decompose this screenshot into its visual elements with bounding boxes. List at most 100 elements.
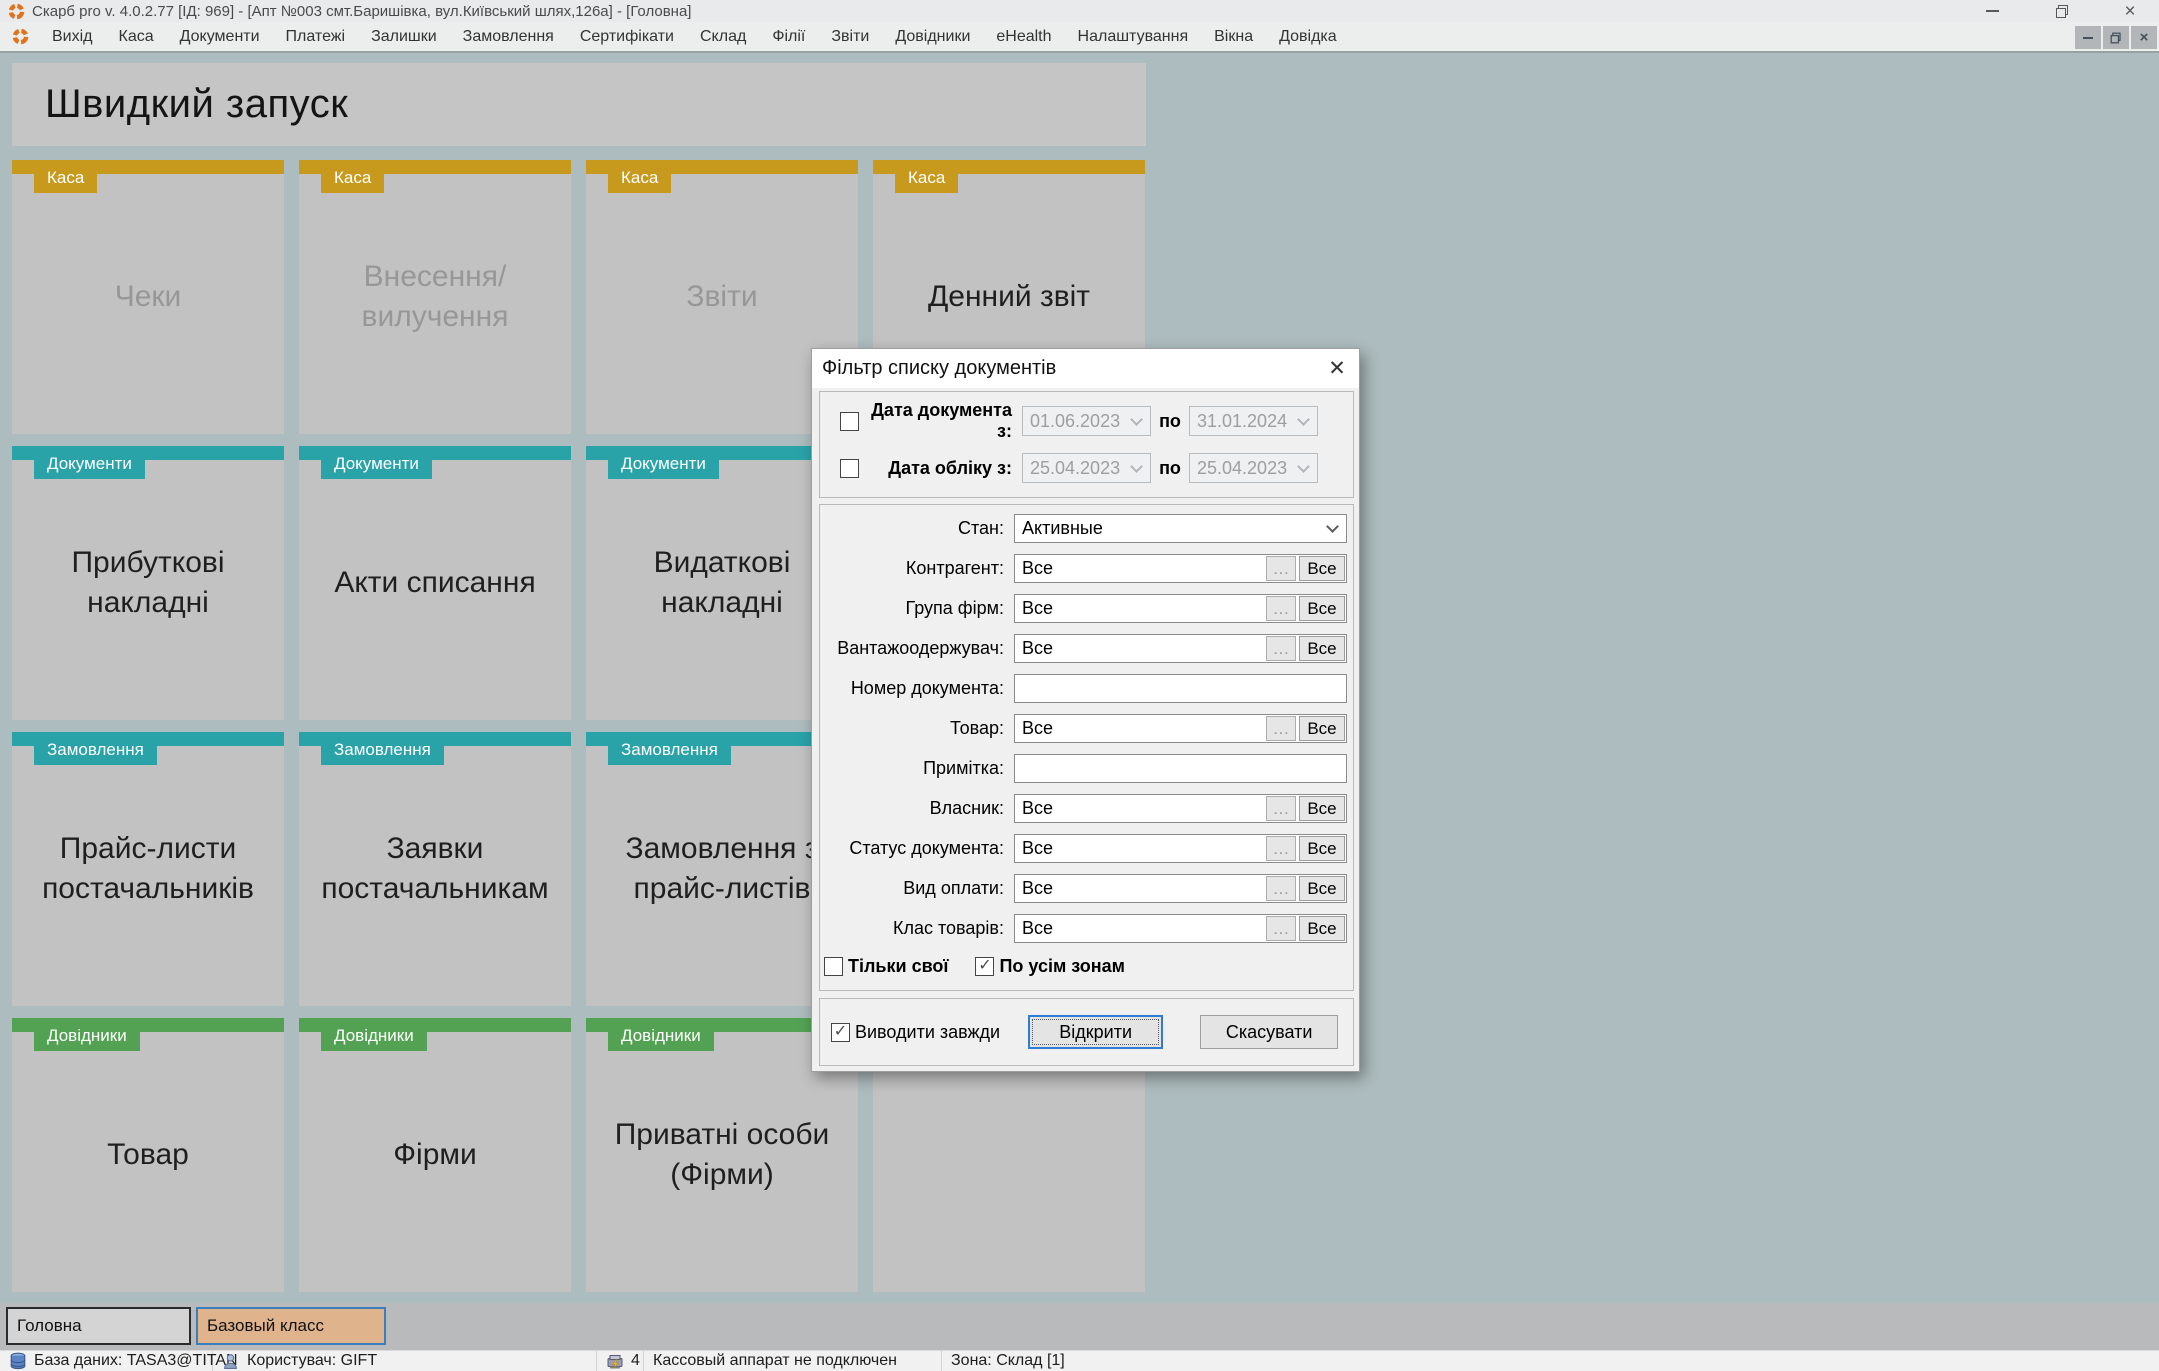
restore-icon (2110, 32, 2121, 43)
open-button[interactable]: Відкрити (1028, 1015, 1164, 1049)
menu-item[interactable]: Звіти (818, 28, 882, 46)
ellipsis-button[interactable]: … (1266, 556, 1296, 581)
status-segment: База даних: TASA3@TITAN (0, 1351, 238, 1371)
menu-item[interactable]: Замовлення (450, 28, 567, 46)
quick-launch-tile[interactable]: Документи Прибуткові накладні (12, 446, 284, 720)
tile-label: Прайс-листи постачальників (42, 831, 254, 906)
text-input[interactable] (1014, 674, 1347, 703)
tile-label: Внесення/вилучення (361, 259, 509, 334)
ellipsis-button[interactable]: … (1266, 596, 1296, 621)
option-checkbox[interactable] (824, 956, 843, 976)
filter-field-row: Контрагент: Все… Все (820, 554, 1353, 583)
tab-bazovyi-klass[interactable]: Базовый класс (196, 1307, 386, 1345)
menu-item[interactable]: Вихід (39, 28, 106, 46)
dialog-close-button[interactable]: ✕ (1315, 349, 1359, 388)
date-to-select[interactable]: 25.04.2023 (1189, 453, 1318, 483)
lookup-field: Все… Все (1014, 874, 1347, 903)
menu-item[interactable]: eHealth (983, 28, 1064, 46)
field-control: Все… Все (1014, 594, 1347, 623)
lookup-value-input[interactable]: Все (1016, 796, 1266, 821)
dialog-title: Фільтр списку документів (822, 357, 1057, 379)
date-filter-checkbox[interactable] (840, 458, 859, 478)
field-label: Примітка: (923, 758, 1004, 778)
ellipsis-button[interactable]: … (1266, 716, 1296, 741)
filter-fields-group-wrap: Стан: Активные Контрагент: Все… Все Група… (819, 504, 1354, 991)
status-segment: 4 (597, 1351, 644, 1371)
always-show-label: Виводити завжди (855, 1021, 1001, 1042)
lookup-value-input[interactable]: Все (1016, 636, 1266, 661)
field-control: Все… Все (1014, 634, 1347, 663)
ellipsis-button[interactable]: … (1266, 796, 1296, 821)
ellipsis-button[interactable]: … (1266, 916, 1296, 941)
menu-item[interactable]: Каса (106, 28, 167, 46)
quick-launch-tile[interactable]: Замовлення Заявки постачальникам (299, 732, 571, 1006)
chevron-down-icon (1130, 412, 1143, 426)
menu-item[interactable]: Вікна (1201, 28, 1266, 46)
all-button[interactable]: Все (1299, 716, 1345, 741)
option-checkbox[interactable] (975, 956, 995, 976)
window-title-bar: Скарб pro v. 4.0.2.77 [ІД: 969] - [Апт №… (0, 0, 2159, 22)
field-label: Група фірм: (905, 598, 1005, 618)
ellipsis-button[interactable]: … (1266, 836, 1296, 861)
menu-item[interactable]: Налаштування (1065, 28, 1202, 46)
field-label: Вантажоодержувач: (837, 638, 1004, 658)
filter-field-row: Власник: Все… Все (820, 794, 1353, 823)
all-button[interactable]: Все (1299, 836, 1345, 861)
lookup-value-input[interactable]: Все (1016, 596, 1266, 621)
ellipsis-button[interactable]: … (1266, 876, 1296, 901)
all-button[interactable]: Все (1299, 876, 1345, 901)
quick-launch-tile[interactable]: Довідники Товар (12, 1018, 284, 1292)
tile-label: Фірми (393, 1137, 477, 1171)
lookup-field: Все… Все (1014, 914, 1347, 943)
menu-item[interactable]: Документи (167, 28, 273, 46)
menu-item[interactable]: Платежі (273, 28, 359, 46)
all-button[interactable]: Все (1299, 596, 1345, 621)
minimize-button[interactable] (1981, 0, 2003, 22)
lookup-value-input[interactable]: Все (1016, 876, 1266, 901)
lookup-value-input[interactable]: Все (1016, 916, 1266, 941)
date-to-select[interactable]: 31.01.2024 (1189, 406, 1318, 436)
option-label: Тільки свої (848, 955, 949, 976)
lookup-value-input[interactable]: Все (1016, 836, 1266, 861)
cancel-button[interactable]: Скасувати (1200, 1015, 1339, 1049)
bottom-tab-strip: Головна Базовый класс (0, 1303, 2159, 1350)
lookup-value-input[interactable]: Все (1016, 716, 1266, 741)
mdi-restore-button[interactable] (2103, 26, 2129, 49)
lookup-field: Все… Все (1014, 794, 1347, 823)
quick-launch-tile[interactable]: Каса Внесення/вилучення (299, 160, 571, 434)
quick-launch-tile[interactable]: Довідники Фірми (299, 1018, 571, 1292)
date-from-select[interactable]: 25.04.2023 (1022, 453, 1151, 483)
field-control (1014, 754, 1347, 783)
date-filter-checkbox[interactable] (840, 411, 859, 431)
lookup-value-input[interactable]: Все (1016, 556, 1266, 581)
close-button[interactable]: × (2119, 0, 2141, 22)
filter-field-row: Товар: Все… Все (820, 714, 1353, 743)
text-input[interactable] (1014, 754, 1347, 783)
quick-launch-tile[interactable]: Каса Чеки (12, 160, 284, 434)
date-from-select[interactable]: 01.06.2023 (1022, 406, 1151, 436)
menu-item[interactable]: Довідники (882, 28, 983, 46)
date-to-label: по (1159, 457, 1181, 478)
menu-item[interactable]: Залишки (358, 28, 450, 46)
menu-item[interactable]: Склад (687, 28, 759, 46)
mdi-minimize-button[interactable] (2075, 26, 2101, 49)
all-button[interactable]: Все (1299, 916, 1345, 941)
state-select[interactable]: Активные (1014, 514, 1347, 543)
filter-field-row: Стан: Активные (820, 514, 1353, 543)
always-show-checkbox[interactable] (831, 1022, 850, 1042)
menu-item[interactable]: Сертифікати (567, 28, 687, 46)
mdi-close-button[interactable]: × (2131, 26, 2157, 49)
restore-button[interactable] (2051, 0, 2073, 22)
all-button[interactable]: Все (1299, 796, 1345, 821)
quick-launch-tile[interactable]: Замовлення Прайс-листи постачальників (12, 732, 284, 1006)
ellipsis-button[interactable]: … (1266, 636, 1296, 661)
tab-holovna[interactable]: Головна (6, 1307, 191, 1345)
quick-launch-tile[interactable]: Документи Акти списання (299, 446, 571, 720)
all-button[interactable]: Все (1299, 556, 1345, 581)
menu-item[interactable]: Довідка (1266, 28, 1350, 46)
all-button[interactable]: Все (1299, 636, 1345, 661)
chevron-down-icon (1297, 412, 1310, 426)
tile-label: Прибуткові накладні (71, 545, 225, 620)
menu-item[interactable]: Філії (759, 28, 818, 46)
filter-field-row: Вид оплати: Все… Все (820, 874, 1353, 903)
